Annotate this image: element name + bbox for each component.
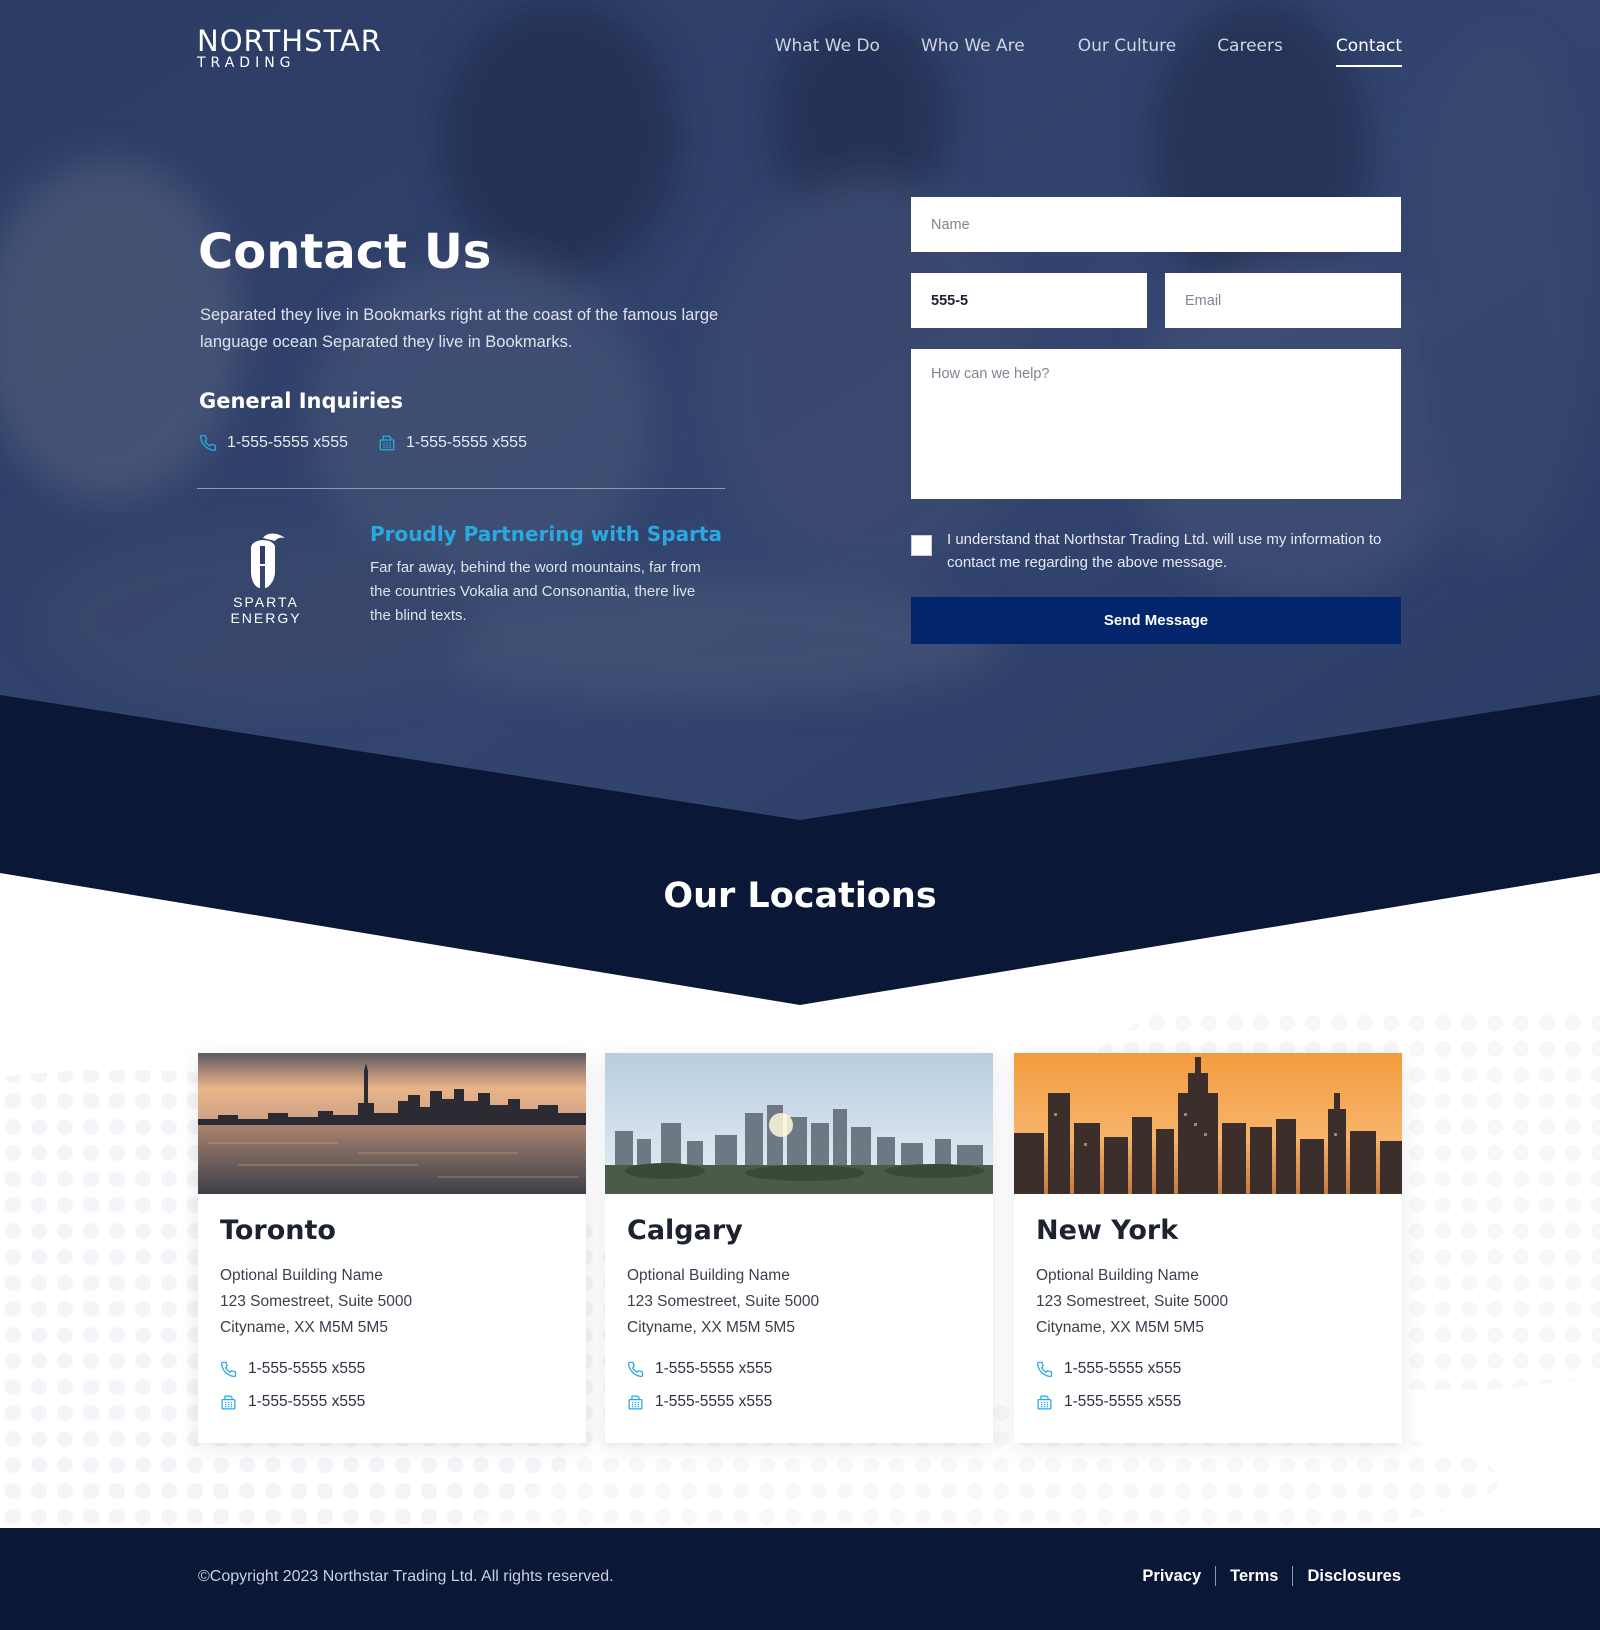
- location-fax-row: 1-555-5555 x555: [220, 1393, 365, 1411]
- location-building: Optional Building Name: [627, 1267, 790, 1284]
- consent-checkbox[interactable]: [911, 535, 932, 556]
- general-inquiries-title: General Inquiries: [199, 389, 403, 413]
- footer-link-disclosures[interactable]: Disclosures: [1292, 1566, 1401, 1586]
- location-phone[interactable]: 1-555-5555 x555: [1064, 1360, 1181, 1378]
- location-cityline: Cityname, XX M5M 5M5: [220, 1319, 388, 1336]
- location-city: Toronto: [220, 1215, 336, 1246]
- email-field[interactable]: [1165, 273, 1401, 328]
- send-message-button[interactable]: Send Message: [911, 597, 1401, 644]
- nav-item-who-we-are[interactable]: Who We Are: [921, 36, 1025, 67]
- phone-icon: [199, 434, 217, 452]
- phone-field[interactable]: [911, 273, 1147, 328]
- location-phone-row: 1-555-5555 x555: [1036, 1360, 1181, 1378]
- footer-links: Privacy Terms Disclosures: [1142, 1566, 1401, 1586]
- location-card-new-york: New York Optional Building Name 123 Some…: [1014, 1053, 1402, 1443]
- new-york-skyline-image: [1014, 1053, 1402, 1194]
- toronto-skyline-image: [198, 1053, 586, 1194]
- location-fax-row: 1-555-5555 x555: [627, 1393, 772, 1411]
- phone-icon: [1036, 1361, 1053, 1377]
- phone-icon: [220, 1361, 237, 1377]
- main-nav: What We Do Who We Are Our Culture Career…: [734, 36, 1403, 67]
- location-phone-row: 1-555-5555 x555: [627, 1360, 772, 1378]
- location-phone[interactable]: 1-555-5555 x555: [248, 1360, 365, 1378]
- general-phone[interactable]: 1-555-5555 x555: [227, 434, 348, 452]
- spartan-helmet-icon: [251, 533, 285, 588]
- fax-icon: [379, 435, 395, 451]
- location-street: 123 Somestreet, Suite 5000: [220, 1293, 413, 1310]
- section-divider: [197, 488, 725, 489]
- locations-title: Our Locations: [663, 876, 937, 916]
- logo-wordmark-bottom: TRADING: [197, 55, 296, 71]
- page-title: Contact Us: [198, 224, 492, 280]
- location-fax[interactable]: 1-555-5555 x555: [248, 1393, 365, 1411]
- location-cityline: Cityname, XX M5M 5M5: [1036, 1319, 1204, 1336]
- logo-wordmark-top: NORTHSTAR: [197, 24, 382, 58]
- location-fax[interactable]: 1-555-5555 x555: [1064, 1393, 1181, 1411]
- sparta-logo-text: SPARTA ENERGY: [230, 594, 302, 626]
- hero-section: NORTHSTAR TRADING What We Do Who We Are …: [0, 0, 1600, 1010]
- nav-item-careers[interactable]: Careers: [1217, 36, 1283, 67]
- name-field[interactable]: [911, 197, 1401, 252]
- general-inquiries-contacts: 1-555-5555 x555 1-555-5555 x555: [199, 434, 527, 452]
- location-cityline: Cityname, XX M5M 5M5: [627, 1319, 795, 1336]
- site-footer: ©Copyright 2023 Northstar Trading Ltd. A…: [0, 1528, 1600, 1630]
- sparta-energy-logo[interactable]: SPARTA ENERGY: [196, 532, 336, 626]
- location-city: Calgary: [627, 1215, 743, 1246]
- location-city: New York: [1036, 1215, 1179, 1246]
- location-street: 123 Somestreet, Suite 5000: [1036, 1293, 1229, 1310]
- location-fax-row: 1-555-5555 x555: [1036, 1393, 1181, 1411]
- nav-item-what-we-do[interactable]: What We Do: [775, 36, 880, 67]
- northstar-logo[interactable]: NORTHSTAR TRADING: [197, 26, 397, 74]
- nav-item-contact[interactable]: Contact: [1335, 36, 1403, 67]
- location-building: Optional Building Name: [1036, 1267, 1199, 1284]
- consent-label: I understand that Northstar Trading Ltd.…: [947, 531, 1382, 571]
- fax-icon: [628, 1394, 643, 1410]
- hero-angle-shape: [0, 695, 1600, 1010]
- calgary-skyline-image: [605, 1053, 993, 1194]
- location-phone-row: 1-555-5555 x555: [220, 1360, 365, 1378]
- hero-lead-text: Separated they live in Bookmarks right a…: [200, 306, 719, 351]
- location-fax[interactable]: 1-555-5555 x555: [655, 1393, 772, 1411]
- location-street: 123 Somestreet, Suite 5000: [627, 1293, 820, 1310]
- footer-link-terms[interactable]: Terms: [1215, 1566, 1292, 1586]
- copyright-text: ©Copyright 2023 Northstar Trading Ltd. A…: [198, 1568, 614, 1585]
- nav-item-our-culture[interactable]: Our Culture: [1078, 36, 1176, 67]
- phone-icon: [627, 1361, 644, 1377]
- location-phone[interactable]: 1-555-5555 x555: [655, 1360, 772, 1378]
- location-building: Optional Building Name: [220, 1267, 383, 1284]
- partner-text: Far far away, behind the word mountains,…: [370, 559, 701, 624]
- footer-link-privacy[interactable]: Privacy: [1142, 1566, 1215, 1586]
- location-card-calgary: Calgary Optional Building Name 123 Somes…: [605, 1053, 993, 1443]
- general-fax[interactable]: 1-555-5555 x555: [406, 434, 527, 452]
- partner-title: Proudly Partnering with Sparta: [370, 522, 722, 546]
- message-field[interactable]: [911, 349, 1401, 499]
- fax-icon: [1037, 1394, 1052, 1410]
- location-card-toronto: Toronto Optional Building Name 123 Somes…: [198, 1053, 586, 1443]
- fax-icon: [221, 1394, 236, 1410]
